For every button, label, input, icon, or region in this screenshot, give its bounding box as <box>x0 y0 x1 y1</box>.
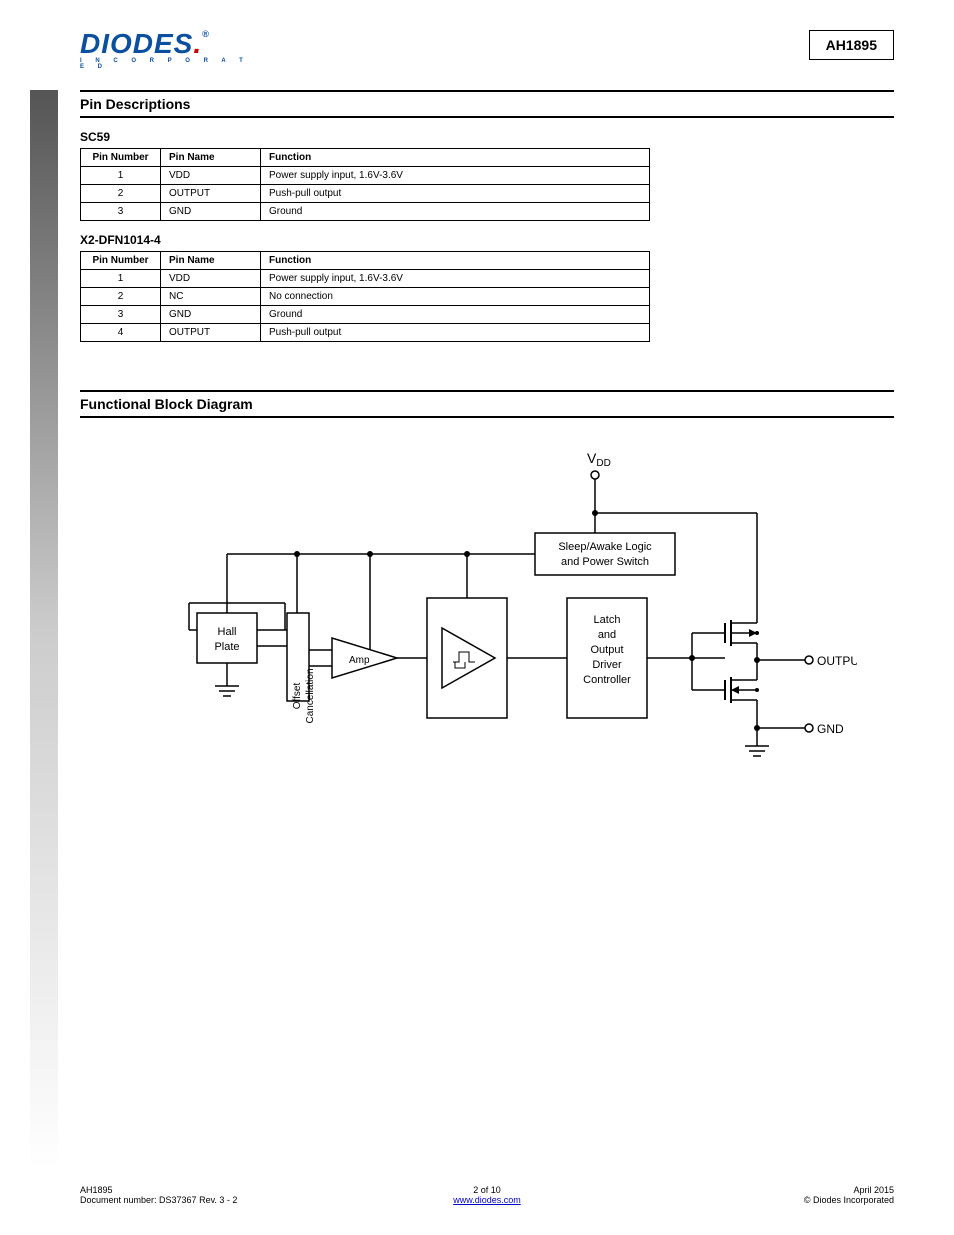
cell-function: No connection <box>261 288 650 306</box>
table-row: 3 GND Ground <box>81 306 650 324</box>
vdd-terminal-icon <box>591 471 599 479</box>
amp-label: Amp <box>349 655 370 666</box>
block-diagram-svg: VDD Sleep/Awake Logic and Power Switch <box>117 438 857 818</box>
page-content: DIODES.® I N C O R P O R A T E D AH1895 … <box>80 0 894 818</box>
logo-dot-icon: . <box>193 28 202 59</box>
cell-function: Push-pull output <box>261 185 650 203</box>
part-number-box: AH1895 <box>809 30 894 60</box>
cell-pin-name: VDD <box>161 270 261 288</box>
vdd-label: VDD <box>587 450 611 469</box>
latch-label-3: Output <box>590 644 623 656</box>
hysteresis-icon <box>453 652 475 668</box>
cell-pin-name: VDD <box>161 167 261 185</box>
table-header-row: Pin Number Pin Name Function <box>81 252 650 270</box>
cell-pin-name: GND <box>161 203 261 221</box>
logo-text: DIODES.® <box>80 30 250 58</box>
footer-link[interactable]: www.diodes.com <box>453 1195 521 1205</box>
company-logo: DIODES.® I N C O R P O R A T E D <box>80 30 250 70</box>
cell-function: Power supply input, 1.6V-3.6V <box>261 270 650 288</box>
footer-center: 2 of 10 www.diodes.com <box>260 1185 714 1205</box>
cell-function: Power supply input, 1.6V-3.6V <box>261 167 650 185</box>
hall-plate-label-1: Hall <box>218 626 237 638</box>
trademark-icon: ® <box>202 29 210 39</box>
cell-function: Ground <box>261 203 650 221</box>
header-row: DIODES.® I N C O R P O R A T E D AH1895 <box>80 30 894 70</box>
cell-pin-number: 4 <box>81 324 161 342</box>
page-footer: AH1895 Document number: DS37367 Rev. 3 -… <box>80 1185 894 1205</box>
left-gradient-decor <box>30 90 58 1170</box>
latch-label-1: Latch <box>594 614 621 626</box>
table-sc59: Pin Number Pin Name Function 1 VDD Power… <box>80 148 650 221</box>
table-row: 4 OUTPUT Push-pull output <box>81 324 650 342</box>
col-pin-name: Pin Name <box>161 252 261 270</box>
footer-part: AH1895 <box>80 1185 260 1195</box>
footer-docnum: Document number: DS37367 Rev. 3 - 2 <box>80 1195 260 1205</box>
col-pin-number: Pin Number <box>81 149 161 167</box>
cell-pin-number: 2 <box>81 185 161 203</box>
cell-pin-number: 1 <box>81 167 161 185</box>
cell-pin-name: NC <box>161 288 261 306</box>
table-header-row: Pin Number Pin Name Function <box>81 149 650 167</box>
latch-label-2: and <box>598 629 616 641</box>
block-diagram: VDD Sleep/Awake Logic and Power Switch <box>80 438 894 818</box>
footer-right: April 2015 © Diodes Incorporated <box>714 1185 894 1205</box>
logo-word: DIODES <box>80 28 193 59</box>
nmos-icon <box>725 677 759 703</box>
table-row: 1 VDD Power supply input, 1.6V-3.6V <box>81 167 650 185</box>
logo-subtext: I N C O R P O R A T E D <box>80 58 250 70</box>
cell-pin-name: OUTPUT <box>161 185 261 203</box>
cell-pin-number: 2 <box>81 288 161 306</box>
footer-copyright: © Diodes Incorporated <box>714 1195 894 1205</box>
latch-label-5: Controller <box>583 674 631 686</box>
sleep-awake-label-2: and Power Switch <box>561 556 649 568</box>
subheading-xdfn: X2-DFN1014-4 <box>80 233 894 247</box>
output-label: OUTPUT <box>817 654 857 668</box>
cell-pin-name: GND <box>161 306 261 324</box>
table-row: 3 GND Ground <box>81 203 650 221</box>
table-row: 2 OUTPUT Push-pull output <box>81 185 650 203</box>
section-block-diagram: Functional Block Diagram <box>80 390 894 418</box>
cell-pin-number: 3 <box>81 306 161 324</box>
sleep-awake-label-1: Sleep/Awake Logic <box>558 541 652 553</box>
footer-left: AH1895 Document number: DS37367 Rev. 3 -… <box>80 1185 260 1205</box>
cell-pin-name: OUTPUT <box>161 324 261 342</box>
cell-function: Push-pull output <box>261 324 650 342</box>
table-row: 1 VDD Power supply input, 1.6V-3.6V <box>81 270 650 288</box>
cell-pin-number: 1 <box>81 270 161 288</box>
pmos-icon <box>725 620 759 646</box>
subheading-sc59: SC59 <box>80 130 894 144</box>
table-row: 2 NC No connection <box>81 288 650 306</box>
col-pin-name: Pin Name <box>161 149 261 167</box>
table-xdfn: Pin Number Pin Name Function 1 VDD Power… <box>80 251 650 342</box>
gnd-label: GND <box>817 722 844 736</box>
cell-function: Ground <box>261 306 650 324</box>
footer-page: 2 of 10 <box>260 1185 714 1195</box>
footer-date: April 2015 <box>714 1185 894 1195</box>
col-function: Function <box>261 252 650 270</box>
section-pin-descriptions: Pin Descriptions <box>80 90 894 118</box>
output-terminal-icon <box>805 656 813 664</box>
hall-plate-label-2: Plate <box>214 641 239 653</box>
hall-plate-block <box>197 613 257 663</box>
gnd-terminal-icon <box>805 724 813 732</box>
sleep-awake-block <box>535 533 675 575</box>
offset-label-2: Cancellation <box>305 668 316 723</box>
cell-pin-number: 3 <box>81 203 161 221</box>
offset-label-1: Offset <box>292 683 303 710</box>
latch-label-4: Driver <box>592 659 622 671</box>
col-function: Function <box>261 149 650 167</box>
col-pin-number: Pin Number <box>81 252 161 270</box>
